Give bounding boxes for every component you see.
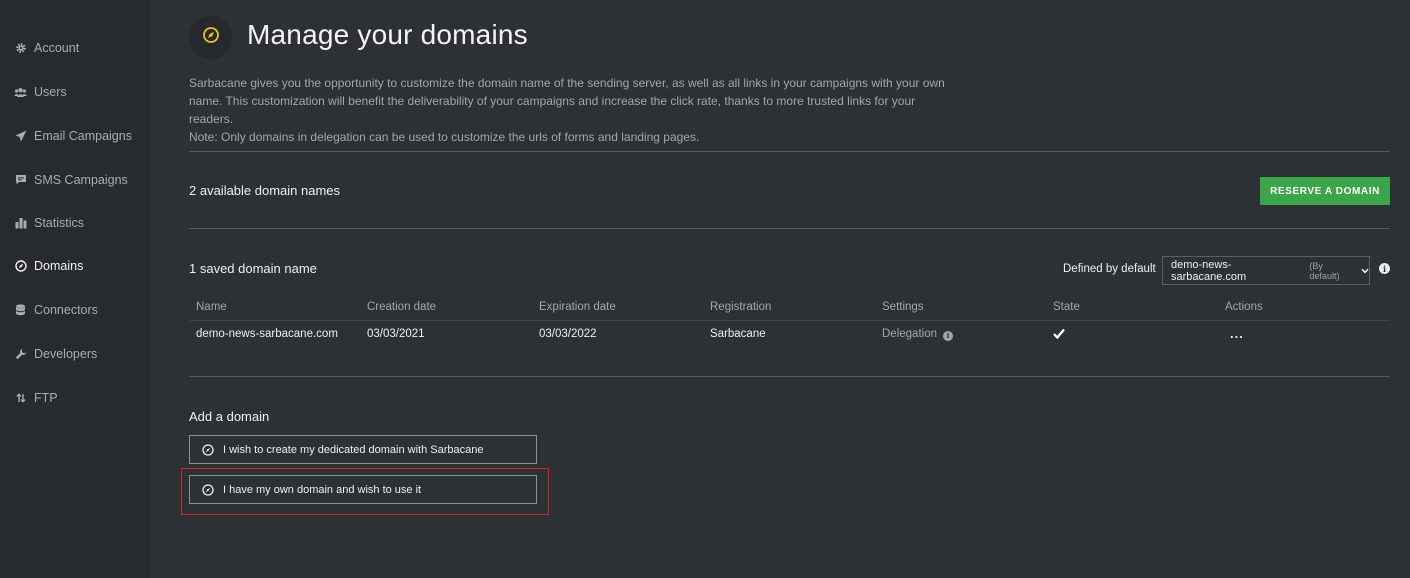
gear-icon	[14, 42, 27, 55]
default-tag: (By default)	[1309, 260, 1340, 281]
column-header-registration: Registration	[710, 301, 772, 313]
compass-icon	[202, 483, 214, 496]
divider	[189, 151, 1390, 152]
column-header-state: State	[1053, 301, 1080, 313]
cell-state	[1053, 328, 1065, 342]
sidebar-item-label: Domains	[34, 259, 84, 273]
option-label: I have my own domain and wish to use it	[223, 483, 422, 496]
column-header-expiration-date: Expiration date	[539, 301, 616, 313]
default-domain-value: demo-news-sarbacane.com	[1171, 258, 1247, 283]
sidebar-item-label: Users	[34, 85, 67, 99]
sidebar-item-label: Developers	[34, 347, 98, 361]
info-icon[interactable]: i	[942, 330, 953, 341]
sidebar-item-label: Connectors	[34, 303, 98, 317]
divider	[189, 376, 1390, 377]
option-create-dedicated-domain[interactable]: I wish to create my dedicated domain wit…	[189, 435, 537, 464]
table-header-divider	[189, 320, 1390, 321]
page-title-badge	[189, 16, 232, 59]
chevron-down-icon	[1361, 268, 1369, 274]
cell-settings: Delegation i	[882, 328, 953, 341]
column-header-name: Name	[196, 301, 227, 313]
sidebar-item-label: Statistics	[34, 216, 85, 230]
sidebar-item-users[interactable]: Users	[14, 82, 67, 102]
saved-domains-label: 1 saved domain name	[189, 261, 317, 276]
divider	[189, 228, 1390, 229]
sidebar-item-email-campaigns[interactable]: Email Campaigns	[14, 126, 132, 146]
sidebar-item-ftp[interactable]: FTP	[14, 388, 58, 408]
database-icon	[14, 304, 27, 317]
paper-plane-icon	[14, 130, 27, 143]
available-domains-label: 2 available domain names	[189, 183, 341, 198]
compass-icon	[202, 443, 214, 456]
bar-chart-icon	[14, 217, 27, 230]
sidebar-item-developers[interactable]: Developers	[14, 344, 97, 364]
sidebar-item-statistics[interactable]: Statistics	[14, 213, 84, 233]
row-actions-button[interactable]: ...	[1230, 326, 1244, 341]
settings-value: Delegation	[882, 328, 937, 340]
column-header-actions: Actions	[1225, 301, 1263, 313]
page-title: Manage your domains	[247, 19, 528, 50]
reserve-domain-button[interactable]: RESERVE A DOMAIN	[1260, 177, 1390, 205]
sidebar-item-sms-campaigns[interactable]: SMS Campaigns	[14, 170, 128, 190]
sidebar-item-label: FTP	[34, 391, 58, 405]
sidebar-item-label: Account	[34, 41, 80, 55]
column-header-creation-date: Creation date	[367, 301, 437, 313]
add-domain-label: Add a domain	[189, 409, 270, 424]
intro-line: name. This customization will benefit th…	[189, 94, 916, 126]
cell-domain-name: demo-news-sarbacane.com	[196, 328, 338, 340]
default-domain-select[interactable]: demo-news-sarbacane.com (By default)	[1162, 256, 1370, 285]
compass-icon	[202, 26, 220, 49]
checkmark-icon	[1053, 328, 1065, 342]
wrench-icon	[14, 348, 27, 361]
sidebar: Account Users Email Campaigns SMS Campai…	[0, 0, 151, 578]
compass-icon	[14, 260, 27, 273]
info-icon[interactable]: i	[1379, 263, 1390, 274]
sidebar-item-connectors[interactable]: Connectors	[14, 300, 98, 320]
intro-text: Sarbacane gives you the opportunity to c…	[189, 74, 949, 146]
sidebar-item-account[interactable]: Account	[14, 38, 79, 58]
column-header-settings: Settings	[882, 301, 924, 313]
users-icon	[14, 86, 27, 99]
cell-creation-date: 03/03/2021	[367, 328, 425, 340]
cell-expiration-date: 03/03/2022	[539, 328, 597, 340]
sidebar-item-label: Email Campaigns	[34, 129, 132, 143]
sidebar-item-label: SMS Campaigns	[34, 173, 128, 187]
intro-line: Sarbacane gives you the opportunity to c…	[189, 76, 945, 90]
sidebar-item-domains[interactable]: Domains	[14, 256, 83, 276]
chat-icon	[14, 174, 27, 187]
default-domain-label: Defined by default	[1063, 263, 1156, 275]
main-content: Manage your domains Sarbacane gives you …	[151, 0, 1410, 578]
cell-registration: Sarbacane	[710, 328, 766, 340]
intro-line: Note: Only domains in delegation can be …	[189, 130, 700, 144]
option-use-own-domain[interactable]: I have my own domain and wish to use it	[189, 475, 537, 504]
transfer-icon	[14, 392, 27, 405]
option-label: I wish to create my dedicated domain wit…	[223, 443, 484, 456]
